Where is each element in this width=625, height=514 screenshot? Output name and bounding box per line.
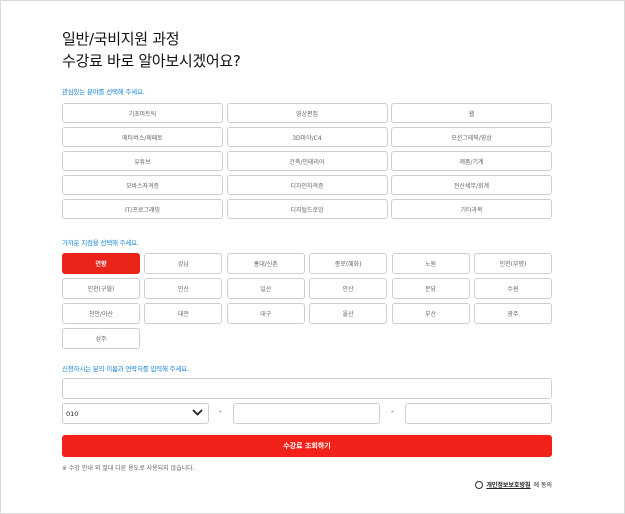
interest-option[interactable]: 3D마야/C4 — [226, 127, 388, 147]
phone-last-input[interactable] — [405, 403, 552, 424]
phone-prefix-select[interactable]: 010 — [62, 403, 209, 424]
contact-label: 신청하시는 분의 이름과 연락처를 입력해 주세요. — [62, 365, 189, 373]
branch-option[interactable]: 광주 — [473, 303, 552, 324]
branch-option[interactable]: 부산 — [391, 303, 470, 324]
title-line-1: 일반/국비지원 과정 — [62, 30, 180, 48]
branch-option[interactable]: 노원 — [391, 253, 470, 274]
interest-option[interactable]: 전산세무/회계 — [391, 175, 552, 195]
branch-option[interactable]: 분당 — [391, 278, 470, 299]
phone-dash-2: - — [391, 407, 394, 416]
branch-option[interactable]: 일산 — [226, 278, 305, 299]
interest-option[interactable]: 기초마트틱 — [62, 103, 223, 123]
interest-option[interactable]: 영상편집 — [226, 103, 388, 123]
branch-option[interactable]: 종로(혜화) — [309, 253, 388, 274]
interest-option[interactable]: 건축/인테리어 — [226, 151, 388, 171]
branch-option[interactable]: 천안/아산 — [62, 303, 140, 324]
agree-radio[interactable] — [475, 480, 484, 489]
branch-option-selected[interactable]: 연향 — [62, 253, 140, 274]
branch-option[interactable]: 인신 — [144, 278, 223, 299]
interest-option[interactable]: 기타과목 — [391, 199, 552, 219]
branch-options: 연향 강남 홍대/신촌 종로(혜화) 노원 인천(부평) 인천(구월) 인신 일… — [62, 253, 552, 349]
phone-prefix-value: 010 — [66, 409, 79, 418]
interest-option[interactable]: IT/프로그래밍 — [62, 199, 223, 219]
agree-control[interactable]: 개인정보보호방침 에 동의 — [475, 480, 552, 489]
name-input[interactable] — [62, 378, 552, 399]
title-line-2: 수강료 바로 알아보시겠어요? — [62, 52, 241, 70]
interest-option[interactable]: 메타버스/제페토 — [62, 127, 223, 147]
interest-options: 기초마트틱 영상편집 웹 메타버스/제페토 3D마야/C4 모션그래픽/영상 유… — [62, 103, 552, 219]
interest-label: 관심있는 분야를 선택해 주세요. — [62, 88, 145, 96]
branch-option[interactable]: 대구 — [226, 303, 305, 324]
branch-option[interactable]: 수원 — [473, 278, 552, 299]
branch-option[interactable]: 성주 — [62, 328, 140, 349]
consult-form: 일반/국비지원 과정 수강료 바로 알아보시겠어요? 관심있는 분야를 선택해 … — [62, 28, 552, 489]
interest-option[interactable]: 디지털드로잉 — [226, 199, 388, 219]
chevron-down-icon — [192, 409, 203, 418]
phone-dash-1: - — [219, 407, 222, 416]
interest-option[interactable]: 제품/기계 — [391, 151, 552, 171]
branch-option[interactable]: 홍대/신촌 — [226, 253, 305, 274]
phone-row: 010 - - — [62, 403, 552, 424]
branch-option[interactable]: 안산 — [309, 278, 388, 299]
interest-option[interactable]: 모바스자격증 — [62, 175, 223, 195]
phone-middle-input[interactable] — [233, 403, 380, 424]
branch-option[interactable]: 울산 — [309, 303, 388, 324]
interest-option[interactable]: 디자인자격증 — [226, 175, 388, 195]
privacy-policy-link[interactable]: 개인정보보호방침 — [486, 480, 530, 489]
submit-button[interactable]: 수강료 조회하기 — [62, 435, 552, 457]
branch-option[interactable]: 인천(구월) — [62, 278, 140, 299]
interest-option[interactable]: 유튜브 — [62, 151, 223, 171]
branch-option[interactable]: 강남 — [144, 253, 223, 274]
agree-suffix: 에 동의 — [533, 482, 552, 489]
branch-option[interactable]: 대전 — [144, 303, 223, 324]
branch-option[interactable]: 인천(부평) — [473, 253, 552, 274]
branch-label: 가까운 지점을 선택해 주세요. — [62, 239, 139, 247]
interest-option[interactable]: 웹 — [391, 103, 552, 123]
interest-option[interactable]: 모션그래픽/영상 — [391, 127, 552, 147]
privacy-notice: ※ 수강 안내 외 절대 다른 용도로 사용되지 않습니다. — [62, 465, 195, 472]
